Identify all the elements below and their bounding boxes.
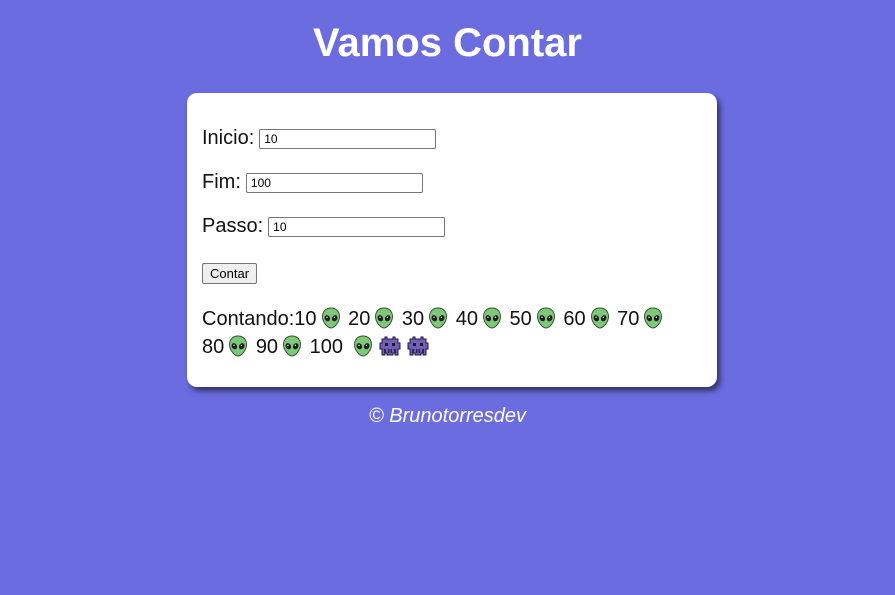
count-number: 10 (294, 308, 317, 330)
passo-input[interactable] (268, 216, 446, 237)
counter-card: Inicio: Fim: Passo: Contar Contando:10 2… (187, 93, 717, 387)
count-item: 10 (294, 307, 342, 330)
alien-icon (536, 307, 556, 329)
count-number: 20 (348, 308, 371, 330)
count-item: 50 (509, 307, 558, 330)
alien-monster-icon (407, 335, 429, 357)
alien-icon (482, 307, 502, 329)
inicio-input[interactable] (259, 128, 437, 149)
alien-monster-icon (379, 335, 401, 357)
alien-icon (374, 307, 394, 329)
fim-label: Fim: (202, 171, 241, 193)
count-item: 40 (455, 307, 504, 330)
fim-input[interactable] (245, 172, 423, 193)
page-title: Vamos Contar (313, 21, 582, 65)
footer-credit: © Brunotorresdev (368, 405, 527, 427)
alien-icon (590, 307, 610, 329)
count-number: 50 (509, 308, 532, 330)
fim-row: Fim: (202, 171, 423, 194)
result-prefix: Contando: (202, 308, 295, 330)
count-item: 30 (401, 307, 450, 330)
contar-button[interactable]: Contar (202, 263, 258, 284)
count-number: 70 (617, 308, 640, 330)
passo-label: Passo: (202, 215, 264, 237)
count-item: 60 (563, 307, 611, 330)
alien-icon (321, 307, 341, 329)
alien-icon (282, 335, 302, 357)
count-result: Contando:10 20 30 40 50 60 70 80 90 100 (202, 305, 702, 361)
count-number: 90 (255, 336, 279, 358)
alien-icon (228, 335, 248, 357)
count-item: 90 (255, 335, 304, 358)
count-number: 60 (563, 308, 586, 330)
count-number: 30 (401, 308, 425, 330)
count-item: 20 (348, 307, 396, 330)
count-number: 40 (455, 308, 478, 330)
alien-icon (353, 335, 373, 357)
inicio-label: Inicio: (202, 127, 255, 149)
count-item: 100 (310, 336, 343, 358)
count-item: 70 (617, 307, 665, 330)
passo-row: Passo: (202, 215, 446, 238)
inicio-row: Inicio: (202, 127, 437, 150)
count-number: 80 (202, 336, 225, 358)
count-item: 80 (202, 335, 250, 358)
alien-icon (428, 307, 448, 329)
count-number: 100 (309, 336, 343, 358)
alien-icon (643, 307, 663, 329)
